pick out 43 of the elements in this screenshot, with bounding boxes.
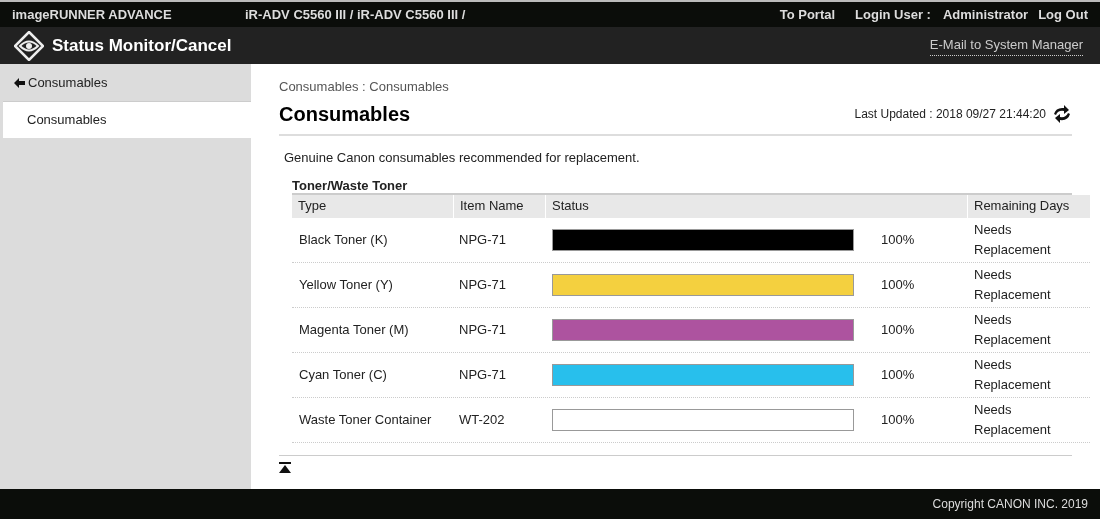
last-updated: Last Updated : 2018 09/27 21:44:20 (854, 106, 1046, 123)
email-link[interactable]: E-Mail to System Manager (929, 35, 1083, 56)
column-header: Type (297, 197, 328, 216)
sidebar-item[interactable]: Consumables (3, 101, 251, 138)
table-cell-text: Needs Replacement (973, 265, 1052, 304)
table-cell-text: Magenta Toner (M) (298, 320, 410, 339)
table-cell-text: NPG-71 (458, 365, 507, 384)
table-cell-text: Waste Toner Container (298, 410, 433, 429)
login-user-label: Login User : (855, 5, 931, 24)
table-cell-text: Black Toner (K) (298, 230, 389, 249)
percent-text: 100% (881, 410, 915, 429)
table-cell-text: Yellow Toner (Y) (298, 275, 394, 294)
back-arrow-icon (14, 77, 25, 88)
back-link[interactable]: Consumables (0, 64, 251, 101)
breadcrumb: Consumables : Consumables (279, 78, 450, 96)
table-cell-text: Needs Replacement (973, 400, 1052, 439)
note-text: Genuine Canon consumables recommended for replacement. (284, 149, 641, 167)
column-header: Status (545, 194, 967, 218)
table-cell-text: NPG-71 (458, 275, 507, 294)
logout-link[interactable]: Log Out (1038, 4, 1088, 25)
percent-text: 100% (881, 365, 915, 384)
app-title: Status Monitor/Cancel (52, 34, 232, 57)
percent-text: 100% (881, 230, 915, 249)
scroll-to-top-icon[interactable] (279, 461, 291, 473)
refresh-icon[interactable] (1052, 105, 1072, 123)
page-heading: Consumables (279, 102, 411, 127)
column-header: Item Name (453, 194, 545, 218)
percent-text: 100% (881, 320, 915, 339)
user-name: Administrator (942, 5, 1029, 24)
table-cell-text: NPG-71 (458, 320, 507, 339)
table-cell-text: Needs Replacement (973, 310, 1052, 349)
copyright-text: Copyright CANON INC. 2019 (932, 496, 1088, 513)
eye-icon (14, 30, 44, 61)
device-name: iR-ADV C5560 III / iR-ADV C5560 III / (245, 5, 466, 24)
percent-text: 100% (881, 275, 915, 294)
portal-link[interactable]: To Portal (779, 4, 836, 25)
table-cell-text: Needs Replacement (973, 355, 1052, 394)
table-cell-text: Needs Replacement (973, 220, 1052, 259)
table-cell-text: NPG-71 (458, 230, 507, 249)
column-header: Remaining Days (967, 194, 1090, 218)
product-name: imageRUNNER ADVANCE (12, 5, 173, 24)
table-cell-text: WT-202 (458, 410, 506, 429)
table-cell-text: Cyan Toner (C) (298, 365, 388, 384)
